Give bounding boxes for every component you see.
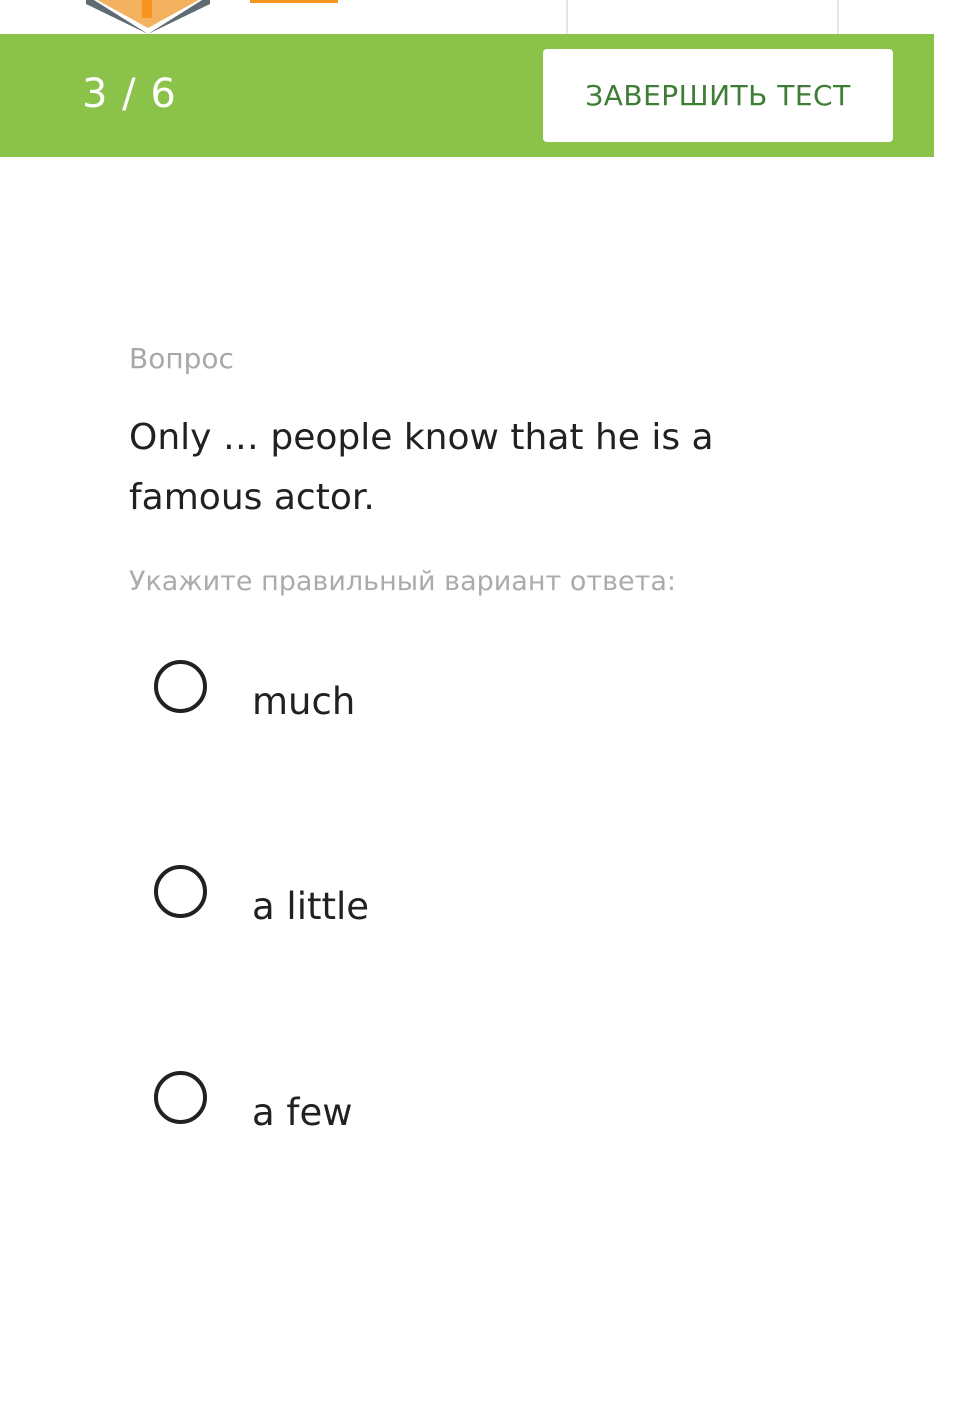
answer-option-label[interactable]: much	[252, 680, 355, 723]
test-progress-bar: 3 / 6 ЗАВЕРШИТЬ ТЕСТ	[0, 34, 934, 157]
answer-instruction: Укажите правильный вариант ответа:	[129, 566, 676, 597]
active-nav-underline	[250, 0, 338, 3]
header-divider	[566, 0, 568, 34]
radio-button-icon[interactable]	[154, 1071, 207, 1124]
question-label: Вопрос	[129, 342, 234, 375]
answer-option[interactable]: a little	[154, 865, 754, 965]
finish-test-button[interactable]: ЗАВЕРШИТЬ ТЕСТ	[543, 49, 893, 142]
question-counter: 3 / 6	[82, 71, 177, 117]
site-logo-icon[interactable]	[86, 0, 210, 34]
radio-button-icon[interactable]	[154, 865, 207, 918]
answer-option-label[interactable]: a little	[252, 885, 369, 928]
page: 3 / 6 ЗАВЕРШИТЬ ТЕСТ Вопрос Only … peopl…	[0, 0, 972, 1420]
answer-option[interactable]: much	[154, 660, 754, 760]
answer-option-label[interactable]: a few	[252, 1091, 353, 1134]
answer-option[interactable]: a few	[154, 1071, 754, 1171]
question-text: Only … people know that he is a famous a…	[129, 417, 714, 518]
radio-button-icon[interactable]	[154, 660, 207, 713]
site-header-strip	[0, 0, 972, 34]
header-divider	[837, 0, 839, 34]
